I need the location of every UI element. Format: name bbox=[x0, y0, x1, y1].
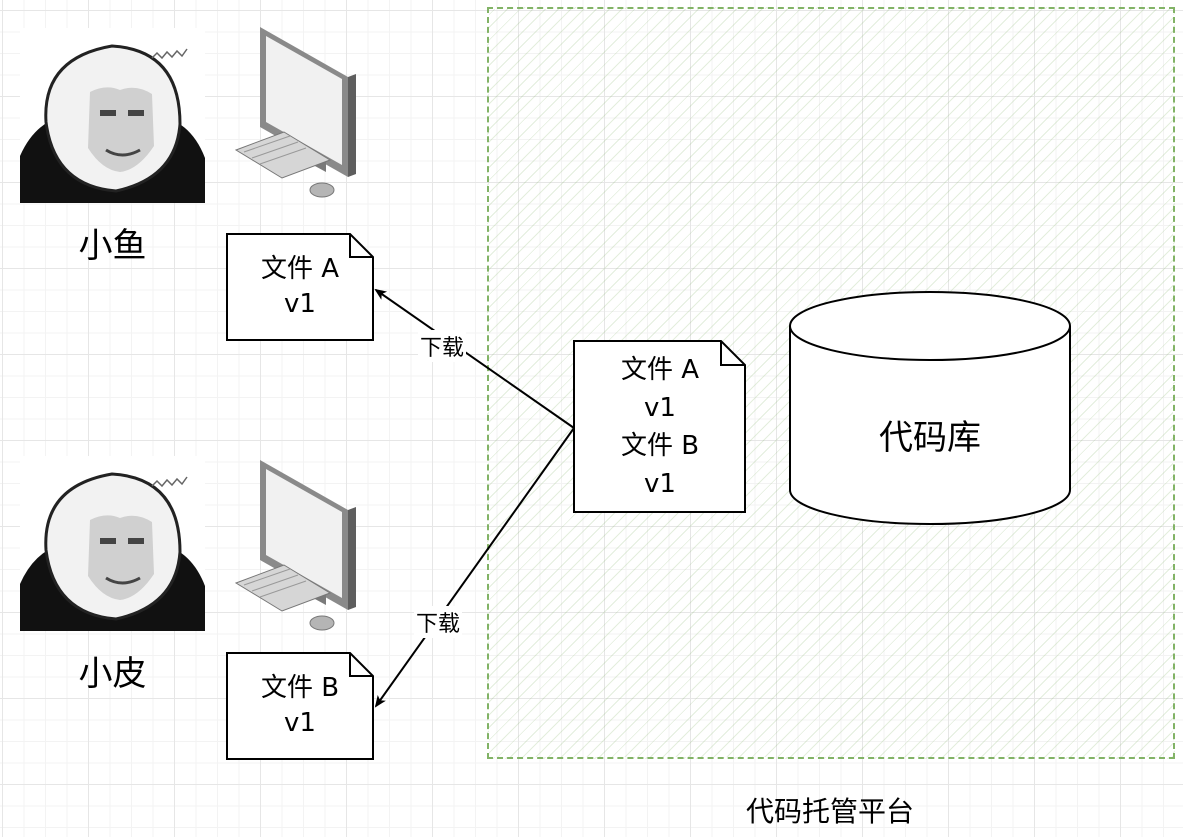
file-name: 文件 A bbox=[260, 254, 340, 284]
desktop-computer-icon bbox=[234, 27, 356, 198]
download-arrow-b bbox=[374, 427, 575, 708]
person-name: 小皮 bbox=[78, 654, 147, 694]
file-version: v1 bbox=[284, 708, 316, 738]
server-file: 文件 A v1 文件 B v1 bbox=[573, 340, 747, 514]
desktop-computer-icon bbox=[234, 460, 356, 631]
database-cylinder-icon bbox=[789, 291, 1071, 525]
edge-label-download-b: 下载 bbox=[414, 606, 463, 638]
edge-label-download-a: 下载 bbox=[418, 330, 467, 362]
file-version: v1 bbox=[644, 393, 676, 423]
person-avatar-icon bbox=[20, 28, 205, 203]
file-name: 文件 A bbox=[620, 355, 700, 385]
file-name: 文件 B bbox=[620, 431, 700, 461]
file-version: v1 bbox=[644, 469, 676, 499]
code-repository: 代码库 bbox=[788, 290, 1072, 526]
repository-label: 代码库 bbox=[879, 418, 981, 458]
file-version: v1 bbox=[284, 289, 316, 319]
person-avatar-icon bbox=[20, 456, 205, 631]
download-arrow-a bbox=[374, 288, 575, 429]
person-name: 小鱼 bbox=[78, 226, 147, 266]
local-file-a: 文件 A v1 bbox=[226, 233, 374, 341]
file-name: 文件 B bbox=[260, 673, 340, 703]
local-file-b: 文件 B v1 bbox=[226, 652, 374, 760]
